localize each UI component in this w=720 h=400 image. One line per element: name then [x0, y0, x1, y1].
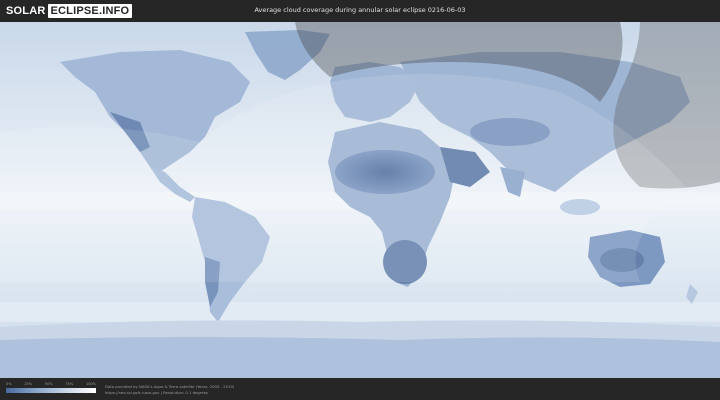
cloud-coverage-legend-bar [6, 388, 96, 393]
southern-cloud-band [0, 302, 720, 322]
header-bar: SOLAR ECLIPSE.INFO Average cloud coverag… [0, 0, 720, 22]
world-map-svg [0, 22, 720, 378]
credit-line-2[interactable]: https://neo.sci.gsfc.nasa.gov | Resoluti… [105, 390, 234, 396]
cloud-coverage-map [0, 22, 720, 378]
antarctica-interior [0, 337, 720, 378]
page-title: Average cloud coverage during annular so… [254, 6, 466, 14]
data-credit: Data provided by NASA's Aqua & Terra sat… [105, 384, 234, 396]
